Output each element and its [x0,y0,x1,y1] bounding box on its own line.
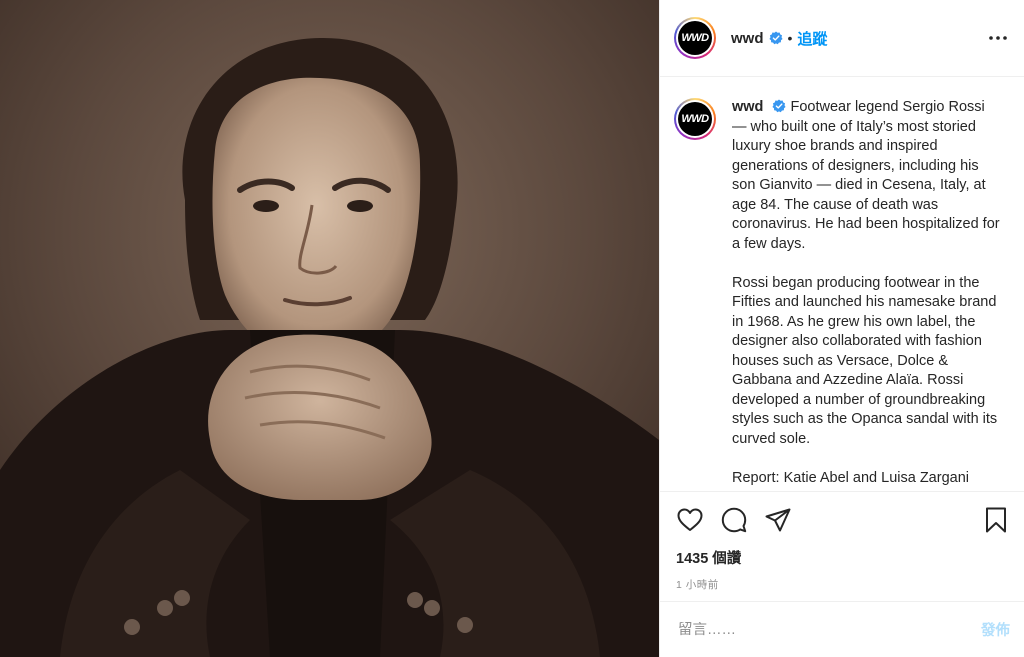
post-actions: 1435 個讚 1 小時前 [660,491,1024,592]
heart-icon[interactable] [676,506,704,534]
portrait-photo [0,0,659,657]
caption-paragraph: Footwear legend Sergio Rossi — who built… [732,99,1000,252]
post-photo[interactable] [0,0,659,657]
post-comment-button[interactable]: 發佈 [981,619,1010,640]
like-count[interactable]: 1435 個讚 [676,547,1010,568]
author-avatar[interactable]: WWD [674,17,716,59]
verified-badge-icon [772,99,787,113]
caption-avatar[interactable]: WWD [674,98,716,140]
instagram-post: WWD wwd • 追蹤 WWD wwd Footwear legend Ser… [0,0,1024,657]
post-header: WWD wwd • 追蹤 [660,0,1024,77]
avatar-logo: WWD [678,102,712,136]
caption-username[interactable]: wwd [732,99,763,115]
comment-bar: 發佈 [660,601,1024,657]
verified-badge-icon [768,31,783,45]
comment-icon[interactable] [720,506,748,534]
caption-paragraph: Rossi began producing footwear in the Fi… [732,274,998,447]
caption-text: wwd Footwear legend Sergio Rossi — who b… [732,98,1000,491]
caption-section: WWD wwd Footwear legend Sergio Rossi — w… [660,78,1024,491]
comment-input[interactable] [678,621,981,638]
more-options-icon[interactable] [986,26,1010,50]
caption-credit: Report: Katie Abel and Luisa Zargani [732,469,969,486]
avatar-logo: WWD [678,21,712,55]
follow-button[interactable]: 追蹤 [797,28,827,49]
bookmark-icon[interactable] [982,506,1010,534]
separator-dot: • [787,30,793,46]
author-username[interactable]: wwd [731,30,764,47]
post-timestamp[interactable]: 1 小時前 [676,577,1010,592]
post-side-panel: WWD wwd • 追蹤 WWD wwd Footwear legend Ser… [659,0,1024,657]
action-icons-row [676,504,1010,536]
share-icon[interactable] [764,506,792,534]
